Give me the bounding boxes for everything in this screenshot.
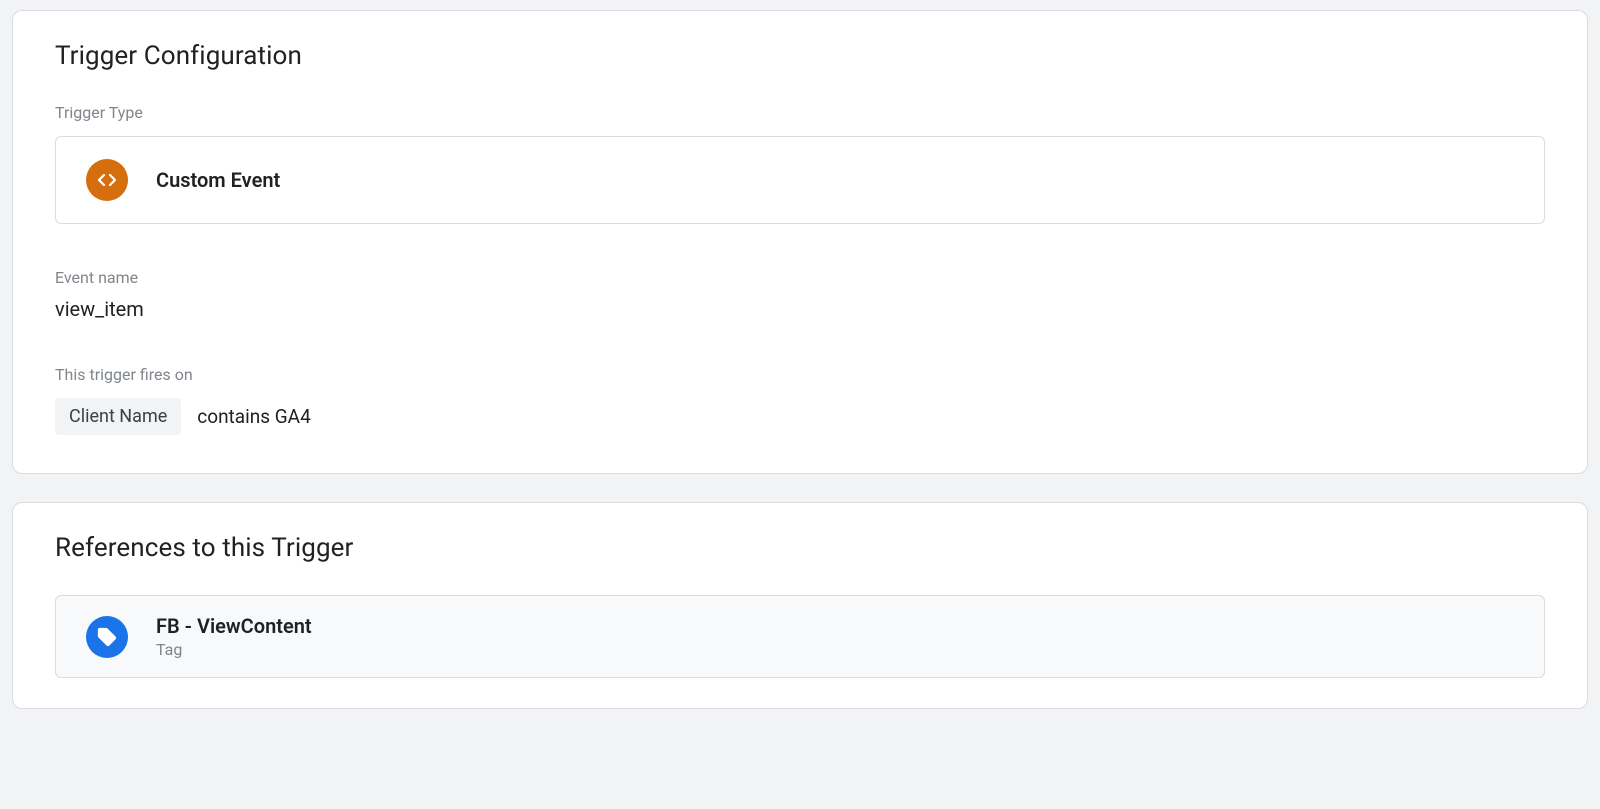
reference-type: Tag [156, 640, 312, 659]
condition-variable-chip: Client Name [55, 398, 181, 435]
trigger-type-label: Trigger Type [55, 103, 1545, 122]
fires-on-label: This trigger fires on [55, 365, 1545, 384]
event-name-label: Event name [55, 268, 1545, 287]
fires-on-condition: Client Name contains GA4 [55, 398, 1545, 435]
trigger-config-title: Trigger Configuration [55, 41, 1545, 71]
code-brackets-icon [86, 159, 128, 201]
references-card: References to this Trigger FB - ViewCont… [12, 502, 1588, 709]
tag-icon [86, 616, 128, 658]
trigger-type-selector[interactable]: Custom Event [55, 136, 1545, 224]
reference-text-block: FB - ViewContent Tag [156, 614, 312, 659]
trigger-type-name: Custom Event [156, 168, 280, 192]
condition-operator-value: contains GA4 [197, 405, 310, 428]
references-title: References to this Trigger [55, 533, 1545, 563]
reference-item[interactable]: FB - ViewContent Tag [55, 595, 1545, 678]
reference-name: FB - ViewContent [156, 614, 312, 638]
trigger-configuration-card: Trigger Configuration Trigger Type Custo… [12, 10, 1588, 474]
event-name-value: view_item [55, 297, 1545, 321]
